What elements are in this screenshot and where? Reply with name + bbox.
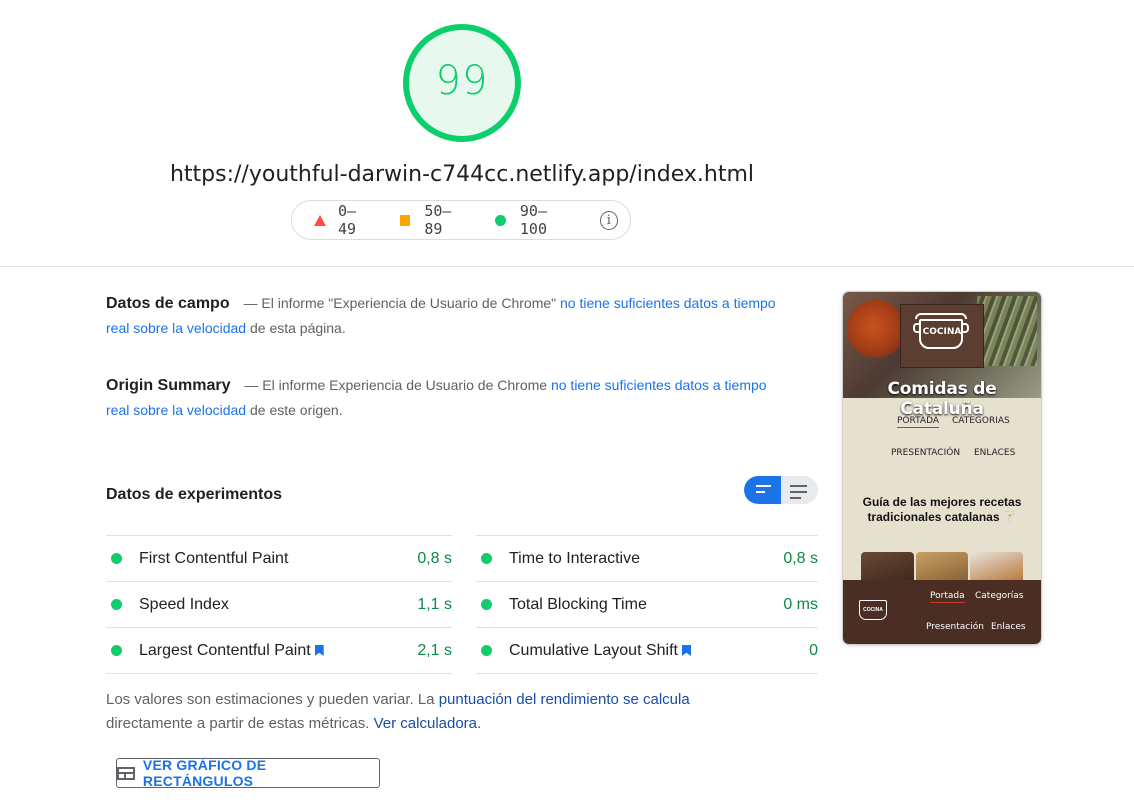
pass-dot-icon bbox=[481, 645, 492, 656]
square-icon bbox=[399, 214, 411, 226]
metrics-bottom-divider bbox=[106, 673, 452, 674]
screenshot-footer: COCINA Portada Categorías Presentación E… bbox=[843, 580, 1041, 644]
legend-average-label: 50–89 bbox=[424, 202, 452, 238]
metrics-column-left: First Contentful Paint 0,8 s Speed Index… bbox=[106, 535, 452, 674]
screenshot-logo: COCINA bbox=[900, 304, 984, 368]
pass-dot-icon bbox=[481, 553, 492, 564]
pass-dot-icon bbox=[111, 645, 122, 656]
field-data-title: Datos de campo bbox=[106, 295, 230, 312]
footer-nav-presentacion: Presentación bbox=[926, 622, 984, 632]
view-treemap-button[interactable]: VER GRÁFICO DE RECTÁNGULOS bbox=[116, 757, 380, 789]
footer-nav-portada: Portada bbox=[930, 591, 965, 603]
bookmark-icon[interactable] bbox=[681, 645, 691, 656]
screenshot-nav-enlaces: ENLACES bbox=[974, 448, 1016, 458]
tested-url: https://youthful-darwin-c744cc.netlify.a… bbox=[169, 162, 755, 187]
note-text: Los valores son estimaciones y pueden va… bbox=[106, 691, 435, 708]
footer-nav-categorias: Categorías bbox=[975, 591, 1024, 601]
origin-summary-text: El informe Experiencia de Usuario de Chr… bbox=[262, 377, 548, 393]
metric-label: Total Blocking Time bbox=[509, 595, 647, 613]
screenshot-site-title: Comidas de Cataluña bbox=[887, 379, 997, 419]
expanded-view-icon bbox=[790, 485, 807, 503]
metric-label: First Contentful Paint bbox=[139, 549, 289, 567]
metric-value: 0 ms bbox=[783, 595, 818, 613]
metric-speed-index: Speed Index 1,1 s bbox=[106, 581, 452, 627]
metric-value: 2,1 s bbox=[417, 641, 452, 659]
screenshot-food-image bbox=[847, 300, 905, 358]
footer-nav-enlaces: Enlaces bbox=[991, 622, 1026, 632]
legend-average: 50–89 bbox=[399, 202, 468, 238]
metric-label: Cumulative Layout Shift bbox=[509, 641, 678, 659]
header-divider bbox=[0, 266, 1134, 267]
performance-score: 99 bbox=[435, 58, 489, 104]
view-treemap-label: VER GRÁFICO DE RECTÁNGULOS bbox=[142, 757, 267, 789]
origin-summary-dash: — bbox=[244, 377, 259, 393]
screenshot-logo-text: COCINA bbox=[922, 327, 962, 337]
origin-summary-text-after: de este origen. bbox=[249, 402, 343, 418]
origin-summary-title: Origin Summary bbox=[106, 377, 231, 394]
screenshot-nav-categorias: CATEGORIAS bbox=[952, 416, 1010, 426]
pass-dot-icon bbox=[111, 599, 122, 610]
screenshot-guide-text: Guía de las mejores recetas tradicionale… bbox=[862, 495, 1022, 524]
legend-pass: 90–100 bbox=[495, 202, 571, 238]
metrics-bottom-divider bbox=[476, 673, 818, 674]
metric-cumulative-layout-shift: Cumulative Layout Shift 0 bbox=[476, 627, 818, 673]
field-data-section: Datos de campo — El informe "Experiencia… bbox=[106, 291, 786, 341]
triangle-icon bbox=[314, 214, 326, 226]
info-icon[interactable]: i bbox=[599, 210, 618, 230]
field-data-dash: — bbox=[243, 295, 258, 311]
lab-data-title: Datos de experimentos bbox=[106, 486, 283, 503]
screenshot-nav-portada: PORTADA bbox=[897, 416, 939, 428]
cocktail-icon: 🍸 bbox=[1002, 512, 1017, 524]
score-calculation-link[interactable]: puntuación del rendimiento se calcula bbox=[439, 691, 690, 708]
metric-value: 0,8 s bbox=[783, 549, 818, 567]
circle-icon bbox=[495, 214, 506, 226]
footer-logo-text: COCINA bbox=[863, 607, 883, 613]
food-photo-3 bbox=[970, 552, 1024, 580]
compact-view-icon bbox=[756, 485, 771, 497]
screenshot-guide-heading: Guía de las mejores recetas tradicionale… bbox=[853, 495, 1031, 526]
field-data-text-after: de esta página. bbox=[249, 320, 346, 336]
treemap-icon bbox=[117, 766, 135, 780]
food-photo-1 bbox=[861, 552, 914, 580]
field-data-text: El informe "Experiencia de Usuario de Ch… bbox=[261, 295, 557, 311]
screenshot-nav-presentacion: PRESENTACIÓN bbox=[891, 448, 961, 458]
metric-label: Time to Interactive bbox=[509, 549, 641, 567]
metric-value: 0 bbox=[809, 641, 818, 659]
score-legend: 0–49 50–89 90–100 i bbox=[291, 200, 631, 240]
screenshot-food-gallery bbox=[861, 552, 1024, 580]
pass-dot-icon bbox=[111, 553, 122, 564]
calculator-link[interactable]: Ver calculadora. bbox=[374, 715, 482, 732]
metric-value: 0,8 s bbox=[417, 549, 452, 567]
metrics-view-toggle[interactable] bbox=[744, 476, 818, 504]
metric-label: Largest Contentful Paint bbox=[139, 641, 311, 659]
legend-fail: 0–49 bbox=[314, 202, 372, 238]
legend-pass-label: 90–100 bbox=[519, 202, 547, 238]
screenshot-vegetable-image bbox=[977, 296, 1037, 366]
metric-first-contentful-paint: First Contentful Paint 0,8 s bbox=[106, 535, 452, 581]
bookmark-icon[interactable] bbox=[314, 645, 324, 656]
final-screenshot: COCINA Comidas de Cataluña PORTADA CATEG… bbox=[843, 292, 1041, 644]
legend-fail-label: 0–49 bbox=[338, 202, 357, 238]
metric-value: 1,1 s bbox=[417, 595, 452, 613]
metrics-column-right: Time to Interactive 0,8 s Total Blocking… bbox=[476, 535, 818, 674]
origin-summary-section: Origin Summary — El informe Experiencia … bbox=[106, 373, 786, 423]
food-photo-2 bbox=[915, 552, 969, 580]
metric-label: Speed Index bbox=[139, 595, 229, 613]
metric-total-blocking-time: Total Blocking Time 0 ms bbox=[476, 581, 818, 627]
metric-largest-contentful-paint: Largest Contentful Paint 2,1 s bbox=[106, 627, 452, 673]
note-text-middle: directamente a partir de estas métricas. bbox=[106, 715, 370, 732]
estimates-note: Los valores son estimaciones y pueden va… bbox=[106, 688, 806, 736]
pass-dot-icon bbox=[481, 599, 492, 610]
metric-time-to-interactive: Time to Interactive 0,8 s bbox=[476, 535, 818, 581]
compact-view-button[interactable] bbox=[744, 476, 781, 504]
